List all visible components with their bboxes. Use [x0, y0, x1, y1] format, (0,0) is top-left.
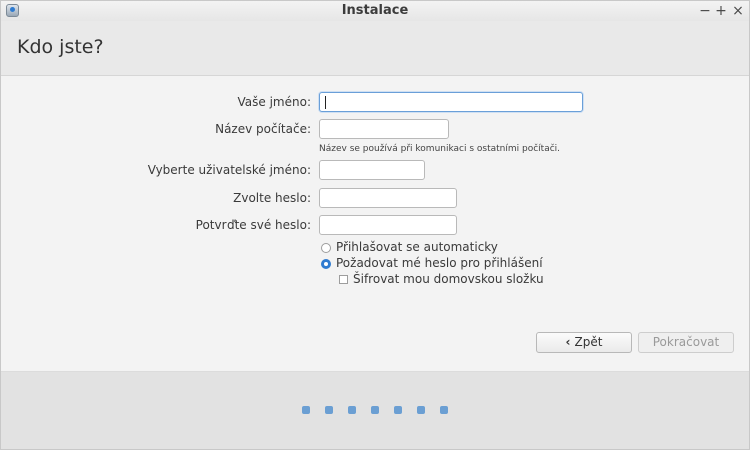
- encrypt-home-checkbox[interactable]: [339, 275, 348, 284]
- username-label: Vyberte uživatelské jméno:: [147, 163, 311, 177]
- auto-login-radio[interactable]: [321, 243, 331, 253]
- back-button[interactable]: ‹ Zpět: [536, 332, 632, 353]
- password-field[interactable]: [319, 188, 457, 208]
- minimize-icon[interactable]: −: [697, 2, 713, 20]
- encrypt-home-label: Šifrovat mou domovskou složku: [353, 272, 544, 286]
- username-field[interactable]: [319, 160, 425, 180]
- continue-button[interactable]: Pokračovat: [638, 332, 734, 353]
- progress-dot: [325, 406, 333, 414]
- progress-dot: [394, 406, 402, 414]
- progress-dot: [371, 406, 379, 414]
- title-bar[interactable]: Instalace − + ×: [1, 1, 749, 22]
- page-title: Kdo jste?: [17, 36, 104, 58]
- name-label: Vaše jméno:: [237, 95, 311, 109]
- computer-name-hint: Název se používá při komunikaci s ostatn…: [319, 144, 561, 154]
- computer-name-field[interactable]: [319, 119, 449, 139]
- window-title: Instalace: [341, 3, 409, 18]
- progress-dot: [348, 406, 356, 414]
- password-label: Zvolte heslo:: [233, 191, 311, 205]
- user-form: Vaše jméno: Název počítače: Název se pou…: [1, 76, 749, 372]
- chevron-left-icon: ‹: [565, 335, 571, 349]
- computer-name-label: Název počítače:: [215, 122, 311, 136]
- require-password-radio[interactable]: [321, 259, 331, 269]
- confirm-password-label: Potvrďte své heslo:: [195, 218, 311, 232]
- maximize-icon[interactable]: +: [713, 2, 729, 20]
- progress-dot: [302, 406, 310, 414]
- installer-window: Instalace − + × Kdo jste? Vaše jméno: Ná…: [0, 0, 750, 450]
- progress-area: [1, 372, 749, 449]
- require-password-label: Požadovat mé heslo pro přihlášení: [336, 256, 543, 270]
- auto-login-label: Přihlašovat se automaticky: [336, 240, 498, 254]
- page-header: Kdo jste?: [1, 21, 749, 76]
- progress-dot: [440, 406, 448, 414]
- progress-dot: [417, 406, 425, 414]
- confirm-password-field[interactable]: [319, 215, 457, 235]
- text-caret: [325, 96, 326, 109]
- name-field[interactable]: [319, 92, 583, 112]
- close-icon[interactable]: ×: [730, 2, 746, 20]
